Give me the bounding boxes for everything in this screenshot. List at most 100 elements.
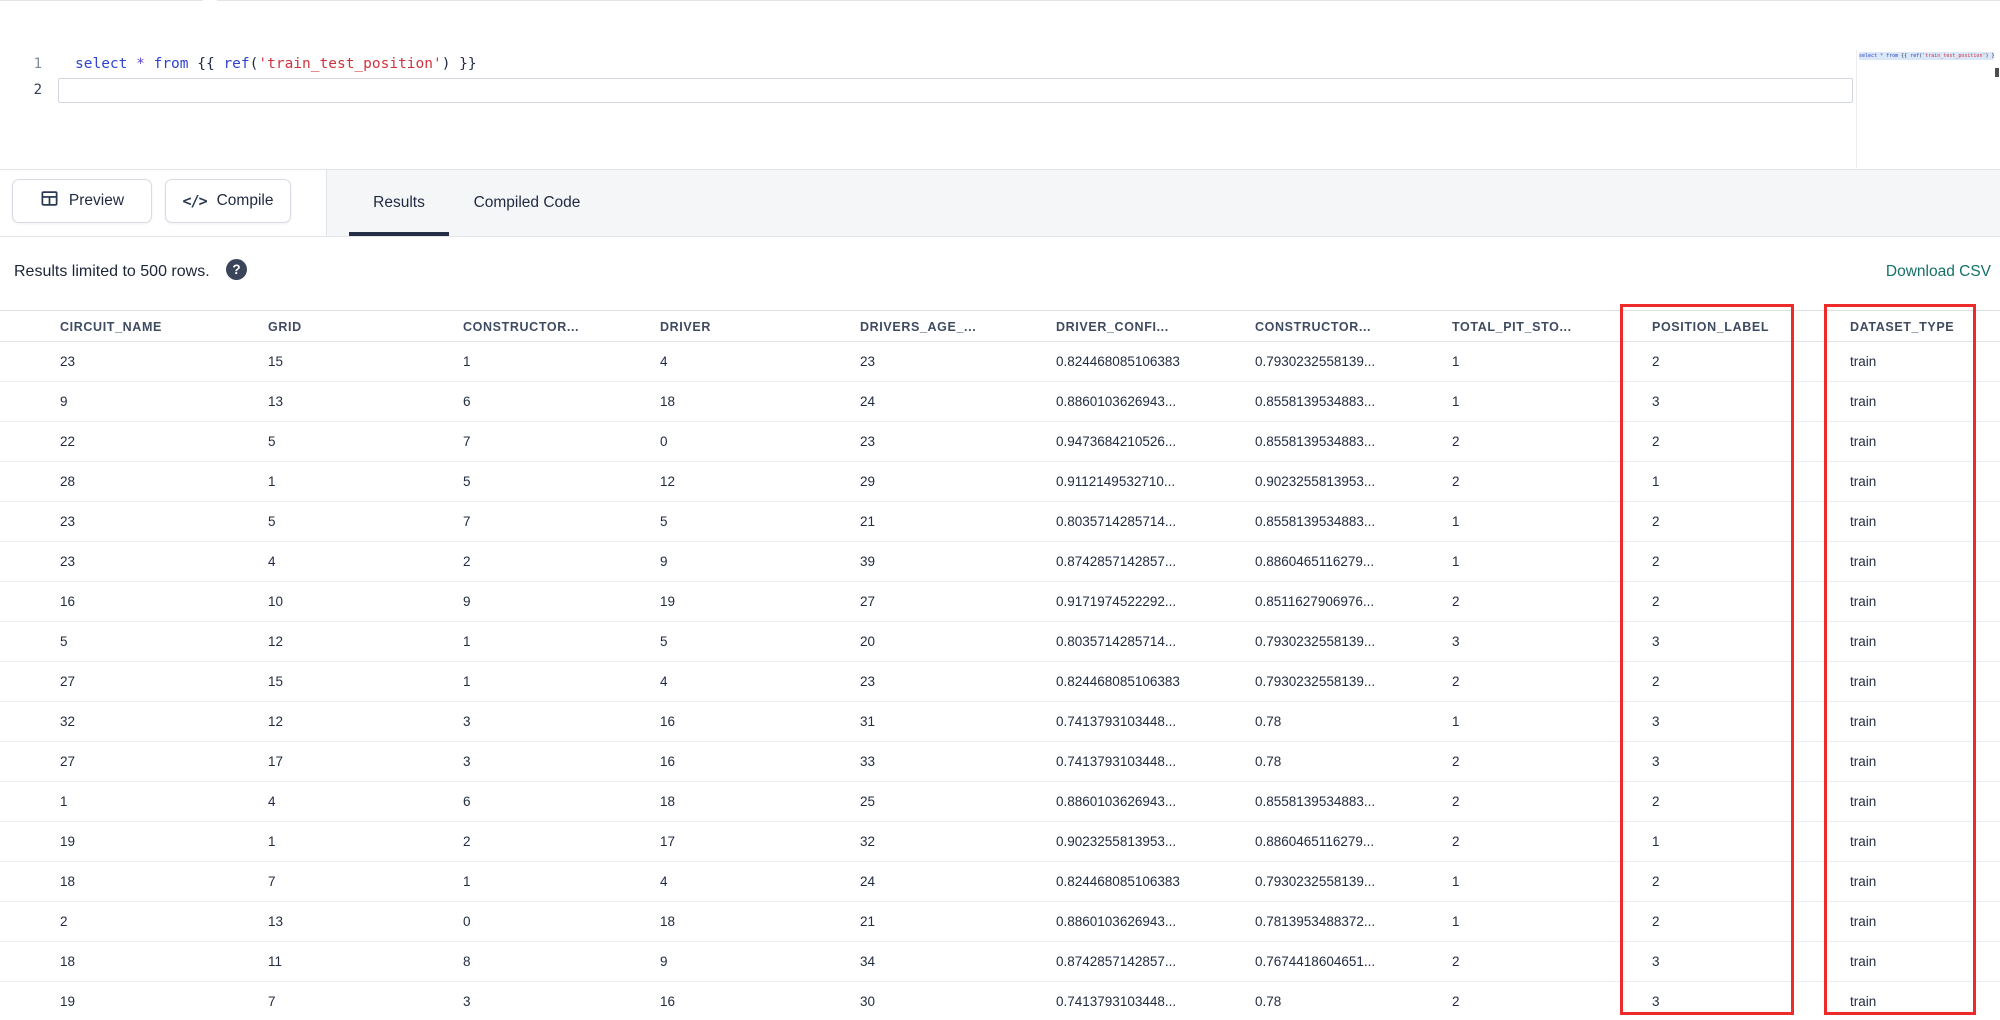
- table-cell: 2: [1452, 474, 1460, 489]
- table-cell: 5: [268, 514, 276, 529]
- table-cell: 0.8860103626943...: [1056, 914, 1177, 929]
- table-cell: 2: [1452, 794, 1460, 809]
- table-cell: 18: [660, 394, 676, 409]
- table-cell: 0.8558139534883...: [1255, 434, 1376, 449]
- action-strip: Preview </> Compile Results Compiled Cod…: [0, 170, 2000, 236]
- annotation-box-position-label-column: [1620, 304, 1794, 1015]
- table-cell: 0.78: [1255, 994, 1282, 1009]
- compile-button[interactable]: </> Compile: [165, 179, 291, 223]
- table-cell: 34: [860, 954, 876, 969]
- table-cell: 0: [660, 434, 668, 449]
- table-cell: 9: [660, 554, 668, 569]
- table-cell: 16: [660, 714, 676, 729]
- table-cell: 2: [463, 834, 471, 849]
- table-cell: 2: [1452, 954, 1460, 969]
- column-header[interactable]: DRIVER: [660, 320, 711, 334]
- table-cell: 0.8558139534883...: [1255, 794, 1376, 809]
- preview-label: Preview: [68, 192, 125, 209]
- tab-compiled-code[interactable]: Compiled Code: [449, 170, 605, 236]
- column-header[interactable]: DRIVER_CONFI...: [1056, 320, 1169, 334]
- table-cell: 1: [1452, 554, 1460, 569]
- results-limit-text: Results limited to 500 rows.: [14, 263, 210, 280]
- table-cell: 0.7930232558139...: [1255, 674, 1376, 689]
- compile-label: Compile: [216, 192, 274, 209]
- table-cell: 4: [268, 794, 276, 809]
- table-cell: 6: [463, 794, 471, 809]
- table-cell: 30: [860, 994, 876, 1009]
- editor-minimap[interactable]: select * from {{ ref('train_test_positio…: [1856, 50, 1996, 168]
- column-header[interactable]: CONSTRUCTOR...: [463, 320, 579, 334]
- table-cell: 12: [268, 714, 284, 729]
- table-cell: 15: [268, 354, 284, 369]
- table-cell: 17: [660, 834, 676, 849]
- table-cell: 7: [463, 514, 471, 529]
- table-cell: 2: [1452, 834, 1460, 849]
- table-cell: 1: [1452, 874, 1460, 889]
- table-cell: 18: [660, 794, 676, 809]
- table-cell: 32: [860, 834, 876, 849]
- scrollbar-marker[interactable]: [1995, 68, 1999, 77]
- code-line-1[interactable]: select * from {{ ref('train_test_positio…: [75, 51, 477, 77]
- table-cell: 0.8860465116279...: [1255, 834, 1375, 849]
- column-header[interactable]: GRID: [268, 320, 302, 334]
- table-cell: 2: [1452, 754, 1460, 769]
- table-cell: 22: [60, 434, 76, 449]
- minimap-code-line: select * from {{ ref('train_test_positio…: [1859, 52, 1994, 60]
- table-cell: 0.824468085106383: [1056, 874, 1180, 889]
- table-cell: 2: [463, 554, 471, 569]
- table-cell: 9: [60, 394, 68, 409]
- table-cell: 0.7930232558139...: [1255, 634, 1376, 649]
- table-cell: 31: [860, 714, 876, 729]
- table-cell: 27: [60, 754, 76, 769]
- table-cell: 0.9473684210526...: [1056, 434, 1177, 449]
- table-cell: 7: [463, 434, 471, 449]
- table-cell: 16: [660, 994, 676, 1009]
- table-cell: 23: [860, 674, 876, 689]
- table-cell: 33: [860, 754, 876, 769]
- table-cell: 21: [860, 514, 876, 529]
- table-cell: 0.8558139534883...: [1255, 514, 1376, 529]
- table-cell: 12: [660, 474, 676, 489]
- table-cell: 0.8035714285714...: [1056, 634, 1177, 649]
- table-cell: 0.8035714285714...: [1056, 514, 1177, 529]
- code-editor[interactable]: 1 2 select * from {{ ref('train_test_pos…: [0, 1, 2000, 169]
- table-cell: 0.78: [1255, 714, 1282, 729]
- table-cell: 5: [60, 634, 68, 649]
- table-cell: 23: [860, 434, 876, 449]
- tab-compiled-code-label: Compiled Code: [473, 194, 581, 211]
- table-cell: 3: [463, 714, 471, 729]
- table-cell: 2: [1452, 594, 1460, 609]
- table-cell: 0.7930232558139...: [1255, 874, 1376, 889]
- sql-ide-window: Format Save As 1 2 select * from {{ ref(…: [0, 0, 2000, 1020]
- table-cell: 1: [1452, 394, 1460, 409]
- table-cell: 23: [60, 554, 76, 569]
- table-cell: 29: [860, 474, 876, 489]
- table-cell: 1: [60, 794, 68, 809]
- tab-results[interactable]: Results: [349, 170, 449, 236]
- tab-results-label: Results: [373, 194, 425, 211]
- column-header[interactable]: CIRCUIT_NAME: [60, 320, 162, 334]
- preview-button[interactable]: Preview: [12, 179, 152, 223]
- table-cell: 0.8558139534883...: [1255, 394, 1376, 409]
- table-cell: 0.8742857142857...: [1056, 554, 1177, 569]
- table-cell: 0.8860103626943...: [1056, 394, 1177, 409]
- table-cell: 3: [463, 994, 471, 1009]
- table-cell: 0.9023255813953...: [1255, 474, 1376, 489]
- table-cell: 23: [60, 354, 76, 369]
- table-cell: 4: [660, 674, 668, 689]
- help-icon[interactable]: ?: [226, 259, 247, 280]
- column-header[interactable]: TOTAL_PIT_STO...: [1452, 320, 1572, 334]
- table-cell: 1: [1452, 514, 1460, 529]
- table-cell: 0: [463, 914, 471, 929]
- table-cell: 0.9171974522292...: [1056, 594, 1177, 609]
- table-cell: 0.7413793103448...: [1056, 754, 1177, 769]
- column-header[interactable]: CONSTRUCTOR...: [1255, 320, 1371, 334]
- line-number: 2: [33, 82, 42, 98]
- table-cell: 24: [860, 394, 876, 409]
- download-csv-link[interactable]: Download CSV: [1886, 263, 1991, 281]
- table-cell: 1: [268, 834, 276, 849]
- column-header[interactable]: DRIVERS_AGE_...: [860, 320, 976, 334]
- table-cell: 20: [860, 634, 876, 649]
- table-cell: 0.824468085106383: [1056, 674, 1180, 689]
- table-cell: 4: [660, 354, 668, 369]
